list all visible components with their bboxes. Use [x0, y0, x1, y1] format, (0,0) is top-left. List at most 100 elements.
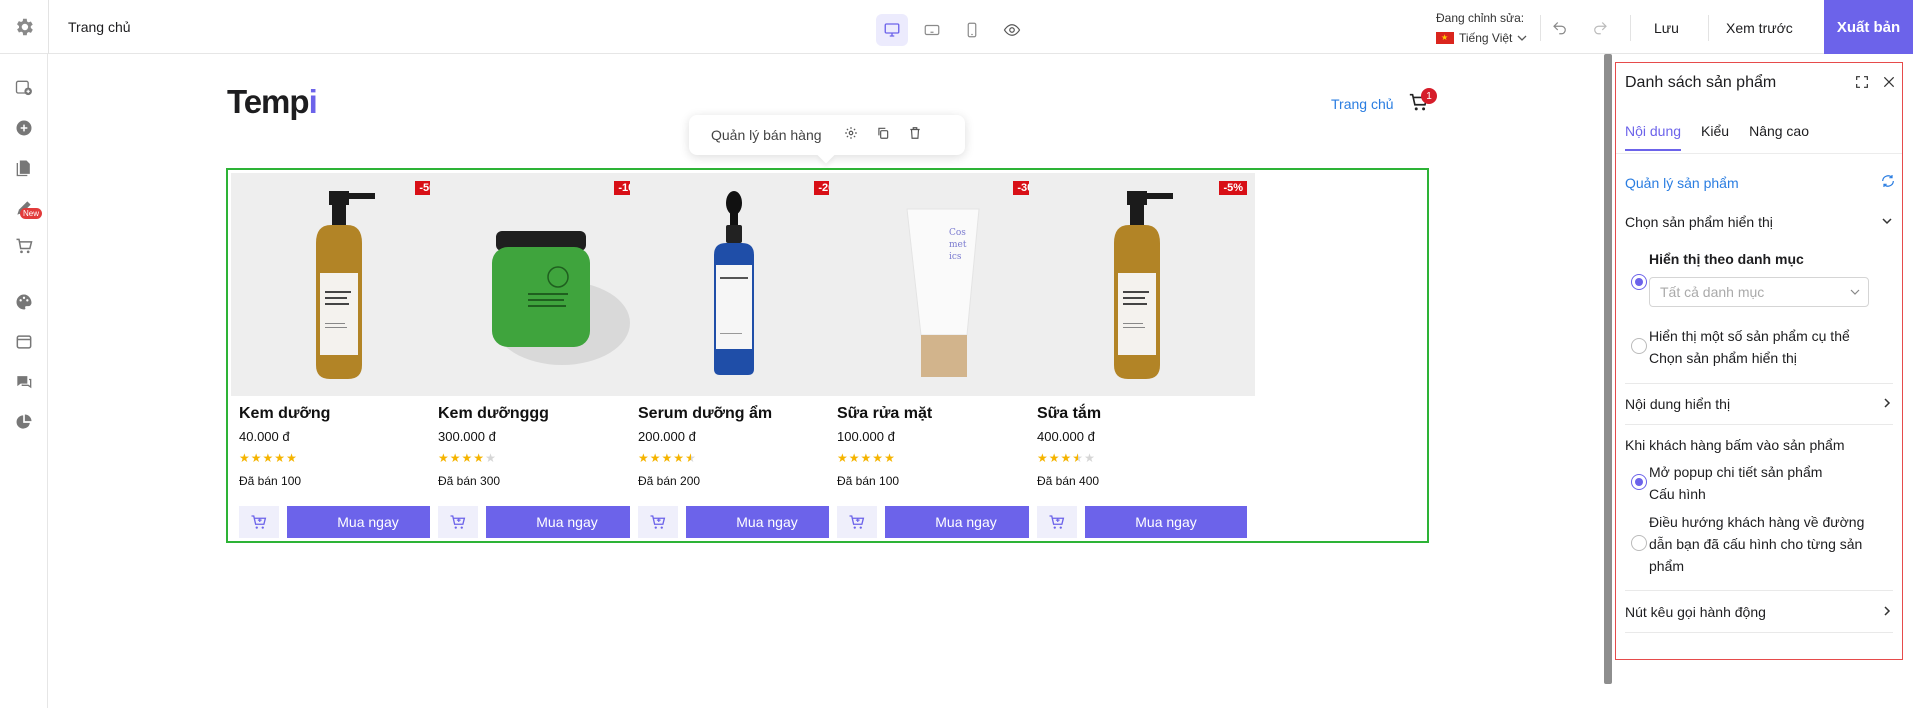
radio-open-popup[interactable]: [1631, 474, 1647, 490]
preview-eye-button[interactable]: [996, 14, 1028, 46]
product-sold-count: Đã bán 300: [438, 474, 501, 488]
site-cart-button[interactable]: 1: [1408, 88, 1437, 117]
chat-icon[interactable]: [8, 366, 40, 398]
mobile-icon: [967, 22, 977, 38]
site-logo[interactable]: Tempi: [227, 83, 318, 121]
chevron-down-icon: [1850, 289, 1860, 295]
logo-accent: i: [308, 83, 318, 120]
add-cart-icon: [1049, 515, 1065, 529]
refresh-icon[interactable]: [1880, 173, 1896, 194]
top-bar: Trang chủ Đang chỉnh sửa: Tiếng Việt: [0, 0, 1913, 54]
product-image[interactable]: [430, 173, 656, 396]
undo-button[interactable]: [1551, 18, 1569, 41]
product-price: 200.000 đ: [638, 429, 696, 444]
chevron-right-icon[interactable]: [1880, 604, 1894, 623]
mobile-view-button[interactable]: [956, 14, 988, 46]
add-to-cart-button[interactable]: [638, 506, 678, 538]
add-element-icon[interactable]: [8, 112, 40, 144]
redo-button[interactable]: [1591, 18, 1609, 41]
canvas-scrollbar[interactable]: [1604, 54, 1612, 684]
choose-products-link[interactable]: Chọn sản phẩm hiển thị: [1649, 347, 1797, 369]
tab-style[interactable]: Kiểu: [1701, 123, 1729, 151]
product-name[interactable]: Sữa rửa mặt: [837, 405, 932, 423]
svg-text:Cos: Cos: [949, 228, 966, 238]
star-icon: ★: [1084, 451, 1096, 465]
add-to-cart-button[interactable]: [239, 506, 279, 538]
add-section-icon[interactable]: [8, 72, 40, 104]
product-name[interactable]: Kem dưỡnggg: [438, 405, 549, 423]
product-list-block[interactable]: -50%Kem dưỡng40.000 đ★★★★★Đã bán 100Mua …: [226, 168, 1429, 543]
buy-now-button[interactable]: Mua ngay: [686, 506, 848, 538]
trash-icon[interactable]: [908, 126, 922, 145]
tab-content[interactable]: Nội dung: [1625, 123, 1682, 151]
product-name[interactable]: Kem dưỡng: [239, 405, 330, 423]
product-image[interactable]: [231, 173, 457, 396]
configure-link[interactable]: Cấu hình: [1649, 483, 1706, 505]
toolbar-label[interactable]: Quản lý bán hàng: [711, 127, 822, 143]
cart-icon[interactable]: [8, 230, 40, 262]
editing-label: Đang chỉnh sửa:: [1436, 11, 1525, 25]
publish-button[interactable]: Xuất bản: [1824, 0, 1913, 54]
star-icon: ★: [1060, 451, 1073, 465]
save-button[interactable]: Lưu: [1654, 20, 1679, 36]
product-card[interactable]: -5% Sữa tắm 400.000 đ ★★★★★ Đã bán 400 Mua ng…: [1029, 173, 1255, 540]
pages-icon[interactable]: [8, 152, 40, 184]
radio-specific-products[interactable]: [1631, 338, 1647, 354]
product-image[interactable]: [630, 173, 856, 396]
analytics-pie-icon[interactable]: [8, 406, 40, 438]
close-icon[interactable]: [1881, 74, 1897, 95]
add-to-cart-button[interactable]: [837, 506, 877, 538]
manage-products-link[interactable]: Quản lý sản phẩm: [1625, 175, 1739, 191]
product-card[interactable]: -10%Kem dưỡnggg300.000 đ★★★★★Đã bán 300M…: [430, 173, 656, 540]
nav-home-link[interactable]: Trang chủ: [1331, 96, 1394, 112]
product-card[interactable]: -20%Serum dưỡng ẩm200.000 đ★★★★★Đã bán 2…: [630, 173, 856, 540]
buy-now-button[interactable]: Mua ngay: [287, 506, 449, 538]
settings-icon[interactable]: [0, 0, 48, 54]
cta-heading[interactable]: Nút kêu gọi hành động: [1625, 604, 1766, 620]
chevron-down-icon[interactable]: [1880, 214, 1894, 233]
star-icon: ★: [848, 451, 861, 465]
duplicate-icon[interactable]: [876, 126, 890, 145]
language-selector[interactable]: Tiếng Việt: [1436, 31, 1527, 45]
buy-now-button[interactable]: Mua ngay: [1085, 506, 1247, 538]
product-name[interactable]: Sữa tắm: [1037, 405, 1101, 423]
expand-icon[interactable]: [1854, 74, 1870, 95]
tablet-view-button[interactable]: [916, 14, 948, 46]
star-icon: ★: [673, 451, 686, 465]
product-sold-count: Đã bán 100: [239, 474, 302, 488]
buy-now-button[interactable]: Mua ngay: [486, 506, 648, 538]
preview-button[interactable]: Xem trước: [1726, 20, 1793, 36]
radio-navigate-url[interactable]: [1631, 535, 1647, 551]
product-price: 40.000 đ: [239, 429, 290, 444]
category-select[interactable]: Tất cả danh mục: [1649, 277, 1869, 307]
option-navigate-line2: dẫn bạn đã cấu hình cho từng sản: [1649, 536, 1863, 552]
chevron-right-icon[interactable]: [1880, 396, 1894, 415]
divider: [1625, 590, 1893, 591]
palette-icon[interactable]: [8, 286, 40, 318]
gear-icon[interactable]: [844, 126, 858, 145]
option-specific-label: Hiển thị một số sản phẩm cụ thể: [1649, 328, 1850, 344]
page-selector[interactable]: Trang chủ: [68, 19, 131, 35]
product-image[interactable]: Cos met ics: [829, 173, 1055, 396]
product-name[interactable]: Serum dưỡng ẩm: [638, 405, 772, 423]
select-products-heading[interactable]: Chọn sản phẩm hiển thị: [1625, 214, 1773, 230]
star-icon: ★: [473, 451, 486, 465]
panel-tabs: Nội dung Kiểu Nâng cao: [1625, 123, 1809, 151]
display-content-heading[interactable]: Nội dung hiển thị: [1625, 396, 1730, 412]
star-icon: ★: [286, 451, 298, 465]
star-icon: ★: [685, 451, 697, 465]
add-to-cart-button[interactable]: [438, 506, 478, 538]
eye-icon: [1003, 24, 1021, 36]
tab-advanced[interactable]: Nâng cao: [1749, 123, 1809, 151]
radio-by-category[interactable]: [1631, 274, 1647, 290]
divider: [1630, 15, 1631, 41]
layout-icon[interactable]: [8, 326, 40, 358]
product-card[interactable]: Cosmetics-30%Sữa rửa mặt100.000 đ★★★★★Đã…: [829, 173, 1055, 540]
star-icon: ★: [860, 451, 873, 465]
buy-now-button[interactable]: Mua ngay: [885, 506, 1047, 538]
option-navigate-line1: Điều hướng khách hàng về đường: [1649, 514, 1865, 530]
product-image[interactable]: [1029, 173, 1255, 396]
product-card[interactable]: -50%Kem dưỡng40.000 đ★★★★★Đã bán 100Mua …: [231, 173, 457, 540]
desktop-view-button[interactable]: [876, 14, 908, 46]
add-to-cart-button[interactable]: [1037, 506, 1077, 538]
